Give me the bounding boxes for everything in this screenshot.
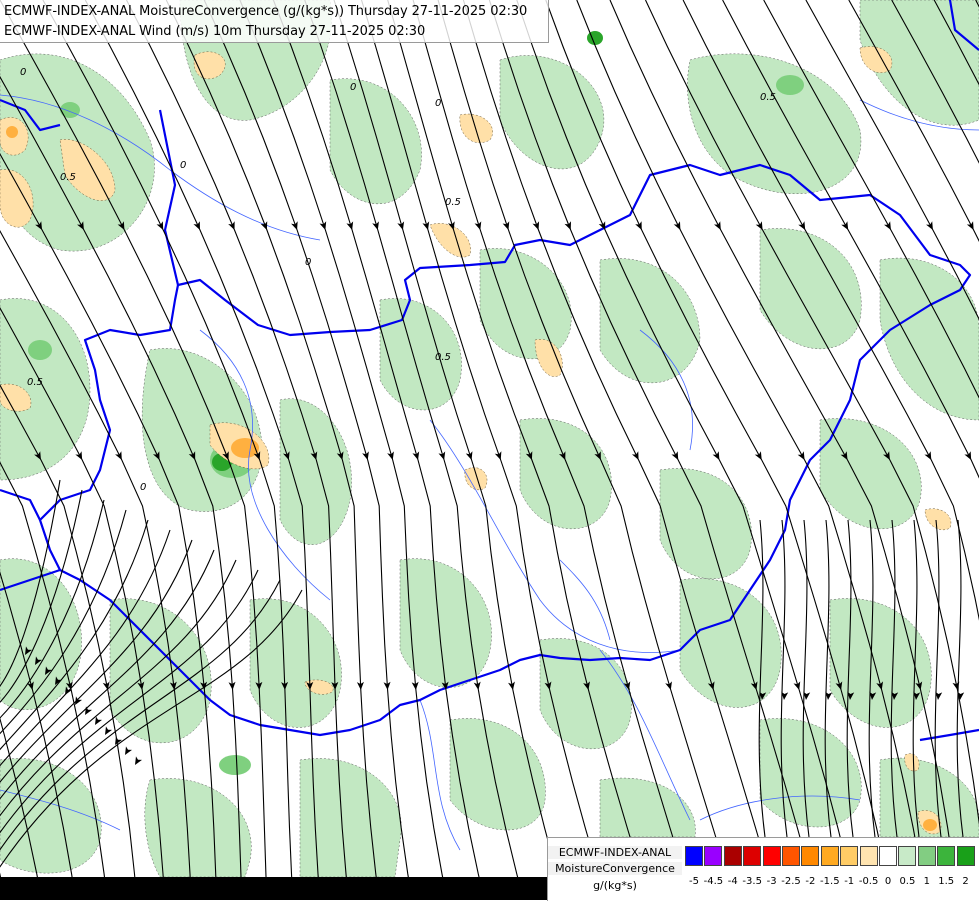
- legend-tick-label: 2: [962, 876, 968, 887]
- legend-tick-label: 0: [885, 876, 891, 887]
- weather-map: 0 0 0 0 0.5 0.5 0.5 0.5 0.5 0 0: [0, 0, 979, 900]
- title-line-wind: ECMWF-INDEX-ANAL Wind (m/s) 10m Thursday…: [4, 24, 425, 39]
- legend-tick-label: -2.5: [781, 876, 801, 887]
- legend-tick-label: -1.5: [820, 876, 840, 887]
- legend-swatch: [704, 846, 722, 866]
- legend-unit: g/(kg*s): [548, 879, 682, 892]
- legend-swatch: [937, 846, 955, 866]
- contour-label: 0.5: [27, 377, 43, 388]
- contour-label: 0: [180, 160, 186, 171]
- legend-parameter: MoistureConvergence: [548, 862, 682, 875]
- legend-tick-label: 0.5: [899, 876, 915, 887]
- legend-swatch: [685, 846, 703, 866]
- legend-swatch: [801, 846, 819, 866]
- legend-tick-label: -4.5: [704, 876, 724, 887]
- legend-swatch: [840, 846, 858, 866]
- contour-label: 0.5: [760, 92, 776, 103]
- legend-swatch: [743, 846, 761, 866]
- contour-label: 0: [20, 67, 26, 78]
- legend-swatch: [879, 846, 897, 866]
- legend-swatch: [724, 846, 742, 866]
- legend-swatch: [918, 846, 936, 866]
- legend-tick-label: -2: [805, 876, 815, 887]
- legend-tick-label: -4: [728, 876, 738, 887]
- legend-swatch: [898, 846, 916, 866]
- contour-label: 0: [305, 257, 311, 268]
- legend-swatch: [821, 846, 839, 866]
- bottom-black-strip: [0, 877, 547, 900]
- legend-swatch: [860, 846, 878, 866]
- legend-swatch: [763, 846, 781, 866]
- legend-tick-label: 1.5: [938, 876, 954, 887]
- contour-label: 0: [435, 98, 441, 109]
- legend-tick-label: -3: [767, 876, 777, 887]
- legend-swatch: [782, 846, 800, 866]
- legend-tick-label: -5: [689, 876, 699, 887]
- legend-tick-label: 1: [924, 876, 930, 887]
- contour-label: 0: [350, 82, 356, 93]
- title-line-moisture: ECMWF-INDEX-ANAL MoistureConvergence (g/…: [4, 4, 527, 19]
- legend-tick-label: -1: [844, 876, 854, 887]
- legend-tick-label: -3.5: [742, 876, 762, 887]
- legend-swatch: [957, 846, 975, 866]
- legend-tick-label: -0.5: [859, 876, 879, 887]
- map-title-box: ECMWF-INDEX-ANAL MoistureConvergence (g/…: [0, 0, 549, 43]
- legend-model: ECMWF-INDEX-ANAL: [548, 846, 682, 859]
- contour-label: 0.5: [445, 197, 461, 208]
- color-legend: ECMWF-INDEX-ANAL MoistureConvergence g/(…: [547, 837, 979, 901]
- contour-label: 0.5: [435, 352, 451, 363]
- contour-label: 0.5: [60, 172, 76, 183]
- contour-label: 0: [140, 482, 146, 493]
